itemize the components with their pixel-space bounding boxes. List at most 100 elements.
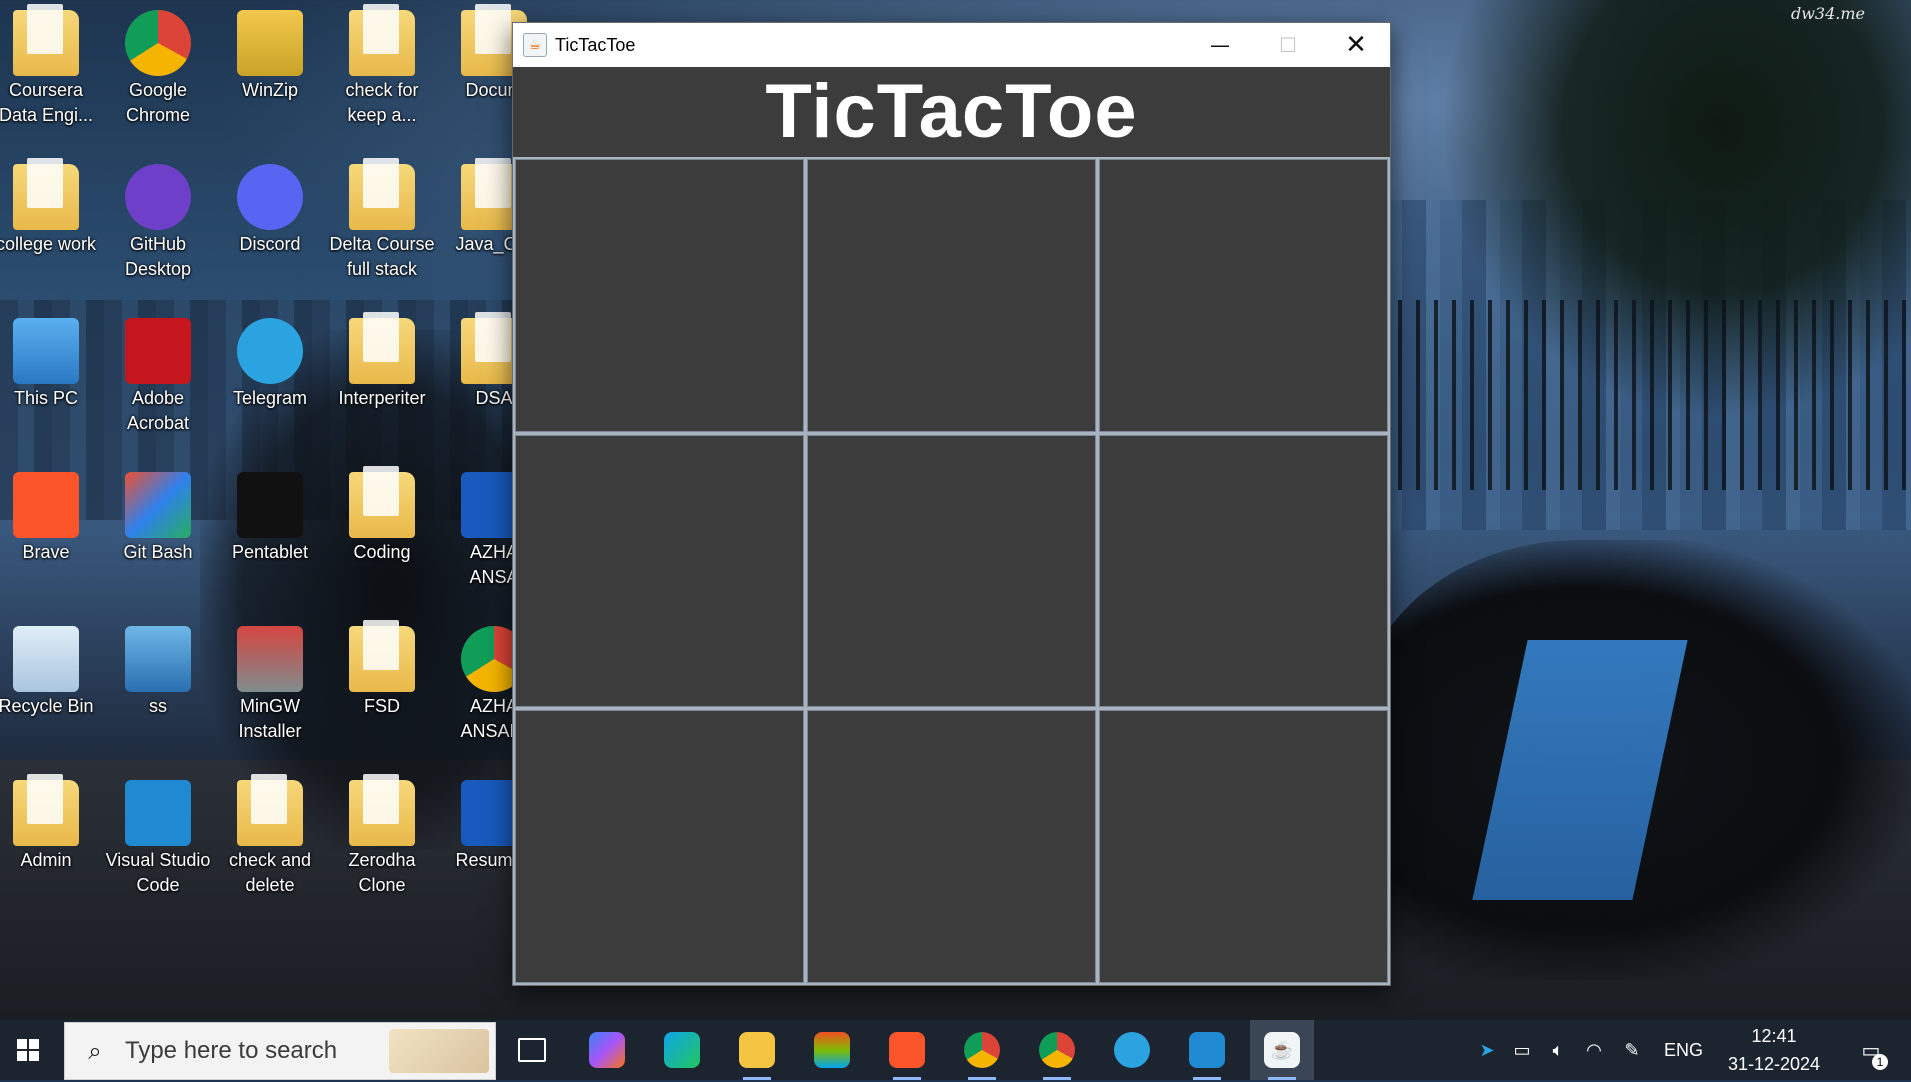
- board-cell-5[interactable]: [807, 434, 1096, 708]
- desktop-icon-label: check and delete: [228, 850, 312, 895]
- taskbar-app-edge[interactable]: [650, 1020, 714, 1080]
- desktop-icon[interactable]: Interperiter: [326, 312, 438, 411]
- desktop-icon-label: WinZip: [241, 80, 298, 100]
- folder-icon: [13, 158, 79, 230]
- desktop-icon[interactable]: Zerodha Clone: [326, 774, 438, 898]
- pen-icon[interactable]: ✎: [1612, 1040, 1652, 1061]
- task-view-icon: [518, 1038, 546, 1062]
- language-indicator[interactable]: ENG: [1664, 1040, 1703, 1061]
- desktop-icon[interactable]: Delta Course full stack: [326, 158, 438, 282]
- file-explorer-icon: [739, 1032, 775, 1068]
- desktop-icon-label: ss: [149, 696, 167, 716]
- board-cell-1[interactable]: [515, 159, 804, 432]
- board-cell-4[interactable]: [515, 434, 804, 708]
- desktop-icon-label: Discord: [239, 234, 301, 254]
- desktop-icon[interactable]: Pentablet: [214, 466, 326, 565]
- desktop-icon[interactable]: WinZip: [214, 4, 326, 103]
- desktop-icon-label: Google Chrome: [125, 80, 191, 125]
- board-cell-9[interactable]: [1099, 710, 1388, 983]
- microsoft-store-icon: [814, 1032, 850, 1068]
- close-button[interactable]: ✕: [1322, 23, 1390, 67]
- board-cell-2[interactable]: [807, 159, 1096, 432]
- taskbar-app-telegram[interactable]: [1100, 1020, 1164, 1080]
- folder-icon: [349, 774, 415, 846]
- maximize-button[interactable]: ☐: [1254, 23, 1322, 67]
- taskbar-clock[interactable]: 12:41 31-12-2024: [1714, 1020, 1834, 1082]
- desktop-icon[interactable]: Git Bash: [102, 466, 214, 565]
- telegram-icon: [237, 318, 303, 384]
- desktop-icon[interactable]: Discord: [214, 158, 326, 257]
- window-titlebar[interactable]: ☕ TicTacToe — ☐ ✕: [513, 23, 1390, 67]
- vscode-icon: [125, 780, 191, 846]
- pdf-icon: [237, 774, 303, 846]
- desktop-icon-label: check for keep a...: [345, 80, 419, 125]
- git-icon: [125, 472, 191, 538]
- github-icon: [125, 164, 191, 230]
- window-title: TicTacToe: [555, 34, 636, 55]
- desktop-icon-label: Recycle Bin: [0, 696, 94, 716]
- game-board: [513, 157, 1390, 985]
- wifi-icon[interactable]: ◠: [1576, 1040, 1612, 1061]
- user-folder-icon: [13, 774, 79, 846]
- tictactoe-window[interactable]: ☕ TicTacToe — ☐ ✕ TicTacToe: [512, 22, 1391, 986]
- search-placeholder: Type here to search: [125, 1037, 338, 1064]
- installer-icon: [237, 626, 303, 692]
- board-cell-7[interactable]: [515, 710, 804, 983]
- wallpaper-watermark: dw34.me: [1790, 4, 1865, 23]
- desktop-icon-label: Git Bash: [123, 542, 193, 562]
- wallpaper-tree: [1440, 0, 1911, 420]
- notification-count: 1: [1872, 1054, 1888, 1070]
- desktop-icon[interactable]: Coding: [326, 466, 438, 565]
- taskbar-app-java[interactable]: ☕: [1250, 1020, 1314, 1080]
- minimize-button[interactable]: —: [1186, 23, 1254, 67]
- desktop-icon[interactable]: college work: [0, 158, 102, 257]
- telegram-tray-icon[interactable]: ➤: [1470, 1040, 1504, 1061]
- battery-icon[interactable]: ▭: [1504, 1040, 1540, 1061]
- wallpaper-car-stripe: [1472, 640, 1688, 900]
- recycle-bin-icon: [13, 626, 79, 692]
- desktop-icon[interactable]: FSD: [326, 620, 438, 719]
- taskbar-app-task-view[interactable]: [500, 1020, 564, 1080]
- folder-icon: [349, 4, 415, 76]
- desktop-icon-label: MinGW Installer: [238, 696, 302, 741]
- chrome-icon: [964, 1032, 1000, 1068]
- start-button[interactable]: [0, 1020, 56, 1080]
- notification-center-button[interactable]: ▭ 1: [1846, 1020, 1896, 1080]
- desktop-icon[interactable]: ss: [102, 620, 214, 719]
- desktop-icon[interactable]: Adobe Acrobat: [102, 312, 214, 436]
- taskbar-app-copilot[interactable]: [575, 1020, 639, 1080]
- taskbar-search-box[interactable]: ⌕ Type here to search: [64, 1022, 496, 1080]
- taskbar-app-file-explorer[interactable]: [725, 1020, 789, 1080]
- wallpaper-city-right: [1380, 200, 1911, 530]
- desktop-icon[interactable]: Recycle Bin: [0, 620, 102, 719]
- taskbar-app-microsoft-store[interactable]: [800, 1020, 864, 1080]
- chrome-profile-icon: [1039, 1032, 1075, 1068]
- desktop-icon[interactable]: This PC: [0, 312, 102, 411]
- wallpaper-car-right: [1360, 540, 1911, 980]
- desktop-icon[interactable]: Google Chrome: [102, 4, 214, 128]
- vscode-icon: [1189, 1032, 1225, 1068]
- folder-icon: [349, 466, 415, 538]
- edge-icon: [664, 1032, 700, 1068]
- desktop-icon[interactable]: MinGW Installer: [214, 620, 326, 744]
- desktop-icon[interactable]: check for keep a...: [326, 4, 438, 128]
- taskbar-app-brave[interactable]: [875, 1020, 939, 1080]
- desktop-icon[interactable]: Admin: [0, 774, 102, 873]
- desktop-icon[interactable]: Telegram: [214, 312, 326, 411]
- taskbar-app-chrome-profile[interactable]: [1025, 1020, 1089, 1080]
- board-cell-8[interactable]: [807, 710, 1096, 983]
- taskbar-app-vscode[interactable]: [1175, 1020, 1239, 1080]
- search-highlight-image[interactable]: [389, 1029, 489, 1073]
- desktop-icon-label: Brave: [22, 542, 70, 562]
- taskbar-app-chrome[interactable]: [950, 1020, 1014, 1080]
- desktop-icon-label: This PC: [13, 388, 78, 408]
- board-cell-6[interactable]: [1099, 434, 1388, 708]
- desktop-icon[interactable]: Visual Studio Code: [102, 774, 214, 898]
- volume-icon[interactable]: 🔈︎: [1540, 1040, 1576, 1061]
- desktop-icon[interactable]: Brave: [0, 466, 102, 565]
- desktop-icon-label: Interperiter: [338, 388, 426, 408]
- desktop-icon[interactable]: GitHub Desktop: [102, 158, 214, 282]
- desktop-icon[interactable]: check and delete: [214, 774, 326, 898]
- board-cell-3[interactable]: [1099, 159, 1388, 432]
- desktop-icon[interactable]: Coursera Data Engi...: [0, 4, 102, 128]
